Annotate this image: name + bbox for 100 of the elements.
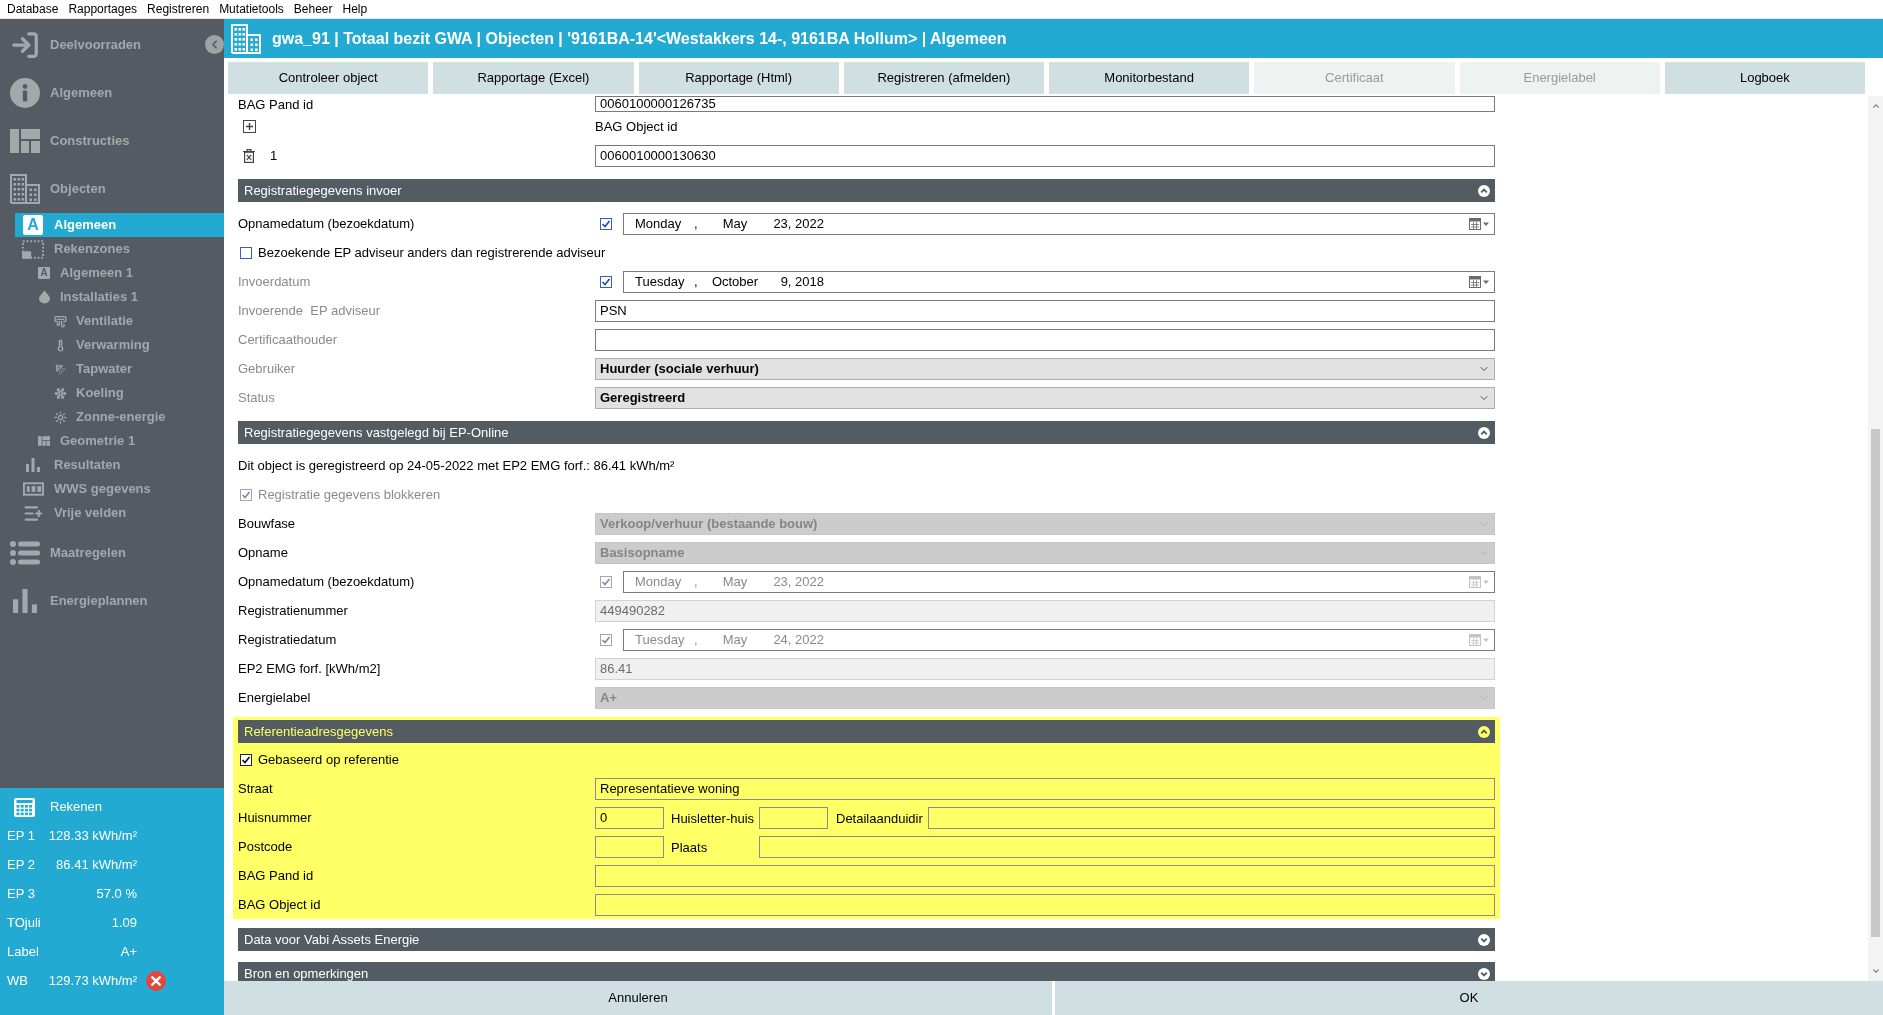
menu-item[interactable]: Registreren	[147, 0, 210, 18]
sidebar-item[interactable]: Tapwater	[15, 357, 224, 381]
column-label: BAG Object id	[595, 117, 678, 136]
input-field[interactable]	[928, 806, 1495, 829]
sidebar-item[interactable]: WWS gegevens	[15, 477, 224, 501]
sidebar-item[interactable]: Zonne-energie	[15, 405, 224, 429]
input-field[interactable]: 0060010000130630	[595, 144, 1495, 167]
metric-value: 128.33 kWh/m²	[48, 826, 137, 845]
section-header[interactable]: Registratiegegevens invoer	[238, 179, 1495, 202]
metric-value: 86.41 kWh/m²	[56, 855, 137, 874]
field-label: Invoerende EP adviseur	[238, 301, 381, 320]
field-label: Energielabel	[238, 688, 311, 707]
bar-chart-icon	[26, 458, 40, 472]
toolbar-button[interactable]: Registreren (afmelden)	[843, 62, 1044, 94]
metric-label: EP 2	[7, 856, 35, 872]
sidebar-item[interactable]: Verwarming	[15, 333, 224, 357]
input-field[interactable]	[595, 893, 1495, 916]
checkbox-label: Gebaseerd op referentie	[258, 750, 399, 769]
metric-label: EP 3	[7, 885, 35, 901]
date-field[interactable]: Monday , May 23, 2022	[623, 212, 1495, 235]
layout-blocks-icon	[38, 436, 50, 446]
building-icon	[231, 23, 261, 54]
sidebar-item[interactable]: Geometrie 1	[15, 429, 224, 453]
dialog-button[interactable]: Annuleren	[224, 981, 1052, 1015]
toolbar-button[interactable]: Rapportage (Html)	[638, 62, 839, 94]
calculate-button[interactable]: Rekenen	[0, 793, 103, 821]
dashed-square-icon	[22, 239, 44, 259]
field-label: Registratiedatum	[238, 630, 337, 649]
toolbar-button[interactable]: Controleer object	[228, 62, 429, 94]
input-field[interactable]	[595, 835, 664, 858]
input-field[interactable]	[759, 835, 1495, 858]
sidebar-item[interactable]: Objecten	[0, 165, 224, 213]
calendar-icon[interactable]	[1469, 275, 1489, 288]
sidebar-item[interactable]: Ventilatie	[15, 309, 224, 333]
input-field[interactable]: Representatieve woning	[595, 777, 1495, 800]
metric-value: 129.73 kWh/m²	[48, 971, 137, 990]
scroll-down-icon[interactable]	[1870, 966, 1881, 976]
plus-square-icon[interactable]	[243, 120, 256, 133]
section-header[interactable]: Data voor Vabi Assets Energie	[238, 928, 1495, 951]
field-label: BAG Object id	[238, 895, 321, 914]
checkbox[interactable]	[600, 275, 612, 288]
input-field[interactable]: PSN	[595, 299, 1495, 322]
letter-tile: A	[38, 267, 50, 279]
sidebar-item[interactable]: Deelvoorraden	[0, 21, 224, 69]
metric-value: 1.09	[111, 913, 137, 932]
checkbox[interactable]	[240, 246, 252, 259]
sidebar-item[interactable]: A Algemeen	[15, 213, 224, 237]
sidebar-item[interactable]: Vrije velden	[15, 501, 224, 525]
calendar-icon[interactable]	[1469, 217, 1489, 230]
checkbox[interactable]	[600, 217, 612, 230]
sidebar-item[interactable]: Algemeen	[0, 69, 224, 117]
field-label: Huisnummer	[238, 808, 312, 827]
sidebar-item[interactable]: Maatregelen	[0, 529, 224, 577]
scroll-up-icon[interactable]	[1870, 101, 1881, 111]
dialog-button[interactable]: OK	[1055, 981, 1883, 1015]
input-field[interactable]	[595, 864, 1495, 887]
sun-icon	[53, 410, 67, 424]
metric-label: Label	[7, 943, 39, 959]
metric-value: A+	[120, 942, 137, 961]
section-header[interactable]: Registratiegegevens vastgelegd bij EP-Online	[238, 421, 1495, 444]
shower-icon	[53, 362, 67, 376]
checkbox[interactable]	[240, 753, 252, 766]
scrollbar[interactable]	[1868, 96, 1883, 981]
toolbar-button[interactable]: Monitorbestand	[1049, 62, 1250, 94]
collapse-button[interactable]	[205, 35, 224, 54]
section-header[interactable]: Bron en opmerkingen	[238, 962, 1495, 981]
input-field[interactable]: 0	[595, 806, 664, 829]
field-label: Plaats	[671, 839, 708, 855]
sidebar-item[interactable]: Energieplannen	[0, 577, 224, 625]
toolbar-button[interactable]: Logboek	[1664, 62, 1865, 94]
info-text: Dit object is geregistreerd op 24-05-2022 met EP2 EMG forf.: 86.41 kWh/m²	[238, 456, 675, 475]
dropdown[interactable]: Geregistreerd	[595, 386, 1495, 409]
sidebar-item[interactable]: Resultaten	[15, 453, 224, 477]
field-label: Straat	[238, 779, 273, 798]
sidebar-item[interactable]: Installaties 1	[15, 285, 224, 309]
input-field[interactable]: 0060100000126735	[595, 96, 1495, 112]
menu-item[interactable]: Help	[342, 0, 368, 18]
section-header[interactable]: Referentieadresgegevens	[238, 720, 1495, 743]
layout-blocks-icon	[10, 129, 40, 153]
bar-chart-icon	[13, 589, 37, 613]
row-number: 1	[270, 146, 278, 165]
field-label: BAG Pand id	[238, 96, 314, 112]
menu-item[interactable]: Beheer	[293, 0, 333, 18]
input-field[interactable]	[759, 806, 828, 829]
field-label: BAG Pand id	[238, 866, 314, 885]
menu-item[interactable]: Mutatietools	[219, 0, 284, 18]
metric-label: TOjuli	[7, 914, 41, 930]
sidebar-item[interactable]: Rekenzones	[15, 237, 224, 261]
scrollbar-thumb[interactable]	[1871, 429, 1880, 937]
sidebar-item[interactable]: A Algemeen 1	[15, 261, 224, 285]
sidebar-item[interactable]: Constructies	[0, 117, 224, 165]
input-field[interactable]	[595, 328, 1495, 351]
menu-item[interactable]: Rapportages	[68, 0, 138, 18]
counter-icon	[22, 482, 44, 496]
menu-item[interactable]: Database	[7, 0, 59, 18]
trash-icon[interactable]	[243, 148, 255, 163]
sidebar-item[interactable]: Koeling	[15, 381, 224, 405]
date-field[interactable]: Tuesday , October 9, 2018	[623, 270, 1495, 293]
toolbar-button[interactable]: Rapportage (Excel)	[433, 62, 634, 94]
dropdown[interactable]: Huurder (sociale verhuur)	[595, 357, 1495, 380]
